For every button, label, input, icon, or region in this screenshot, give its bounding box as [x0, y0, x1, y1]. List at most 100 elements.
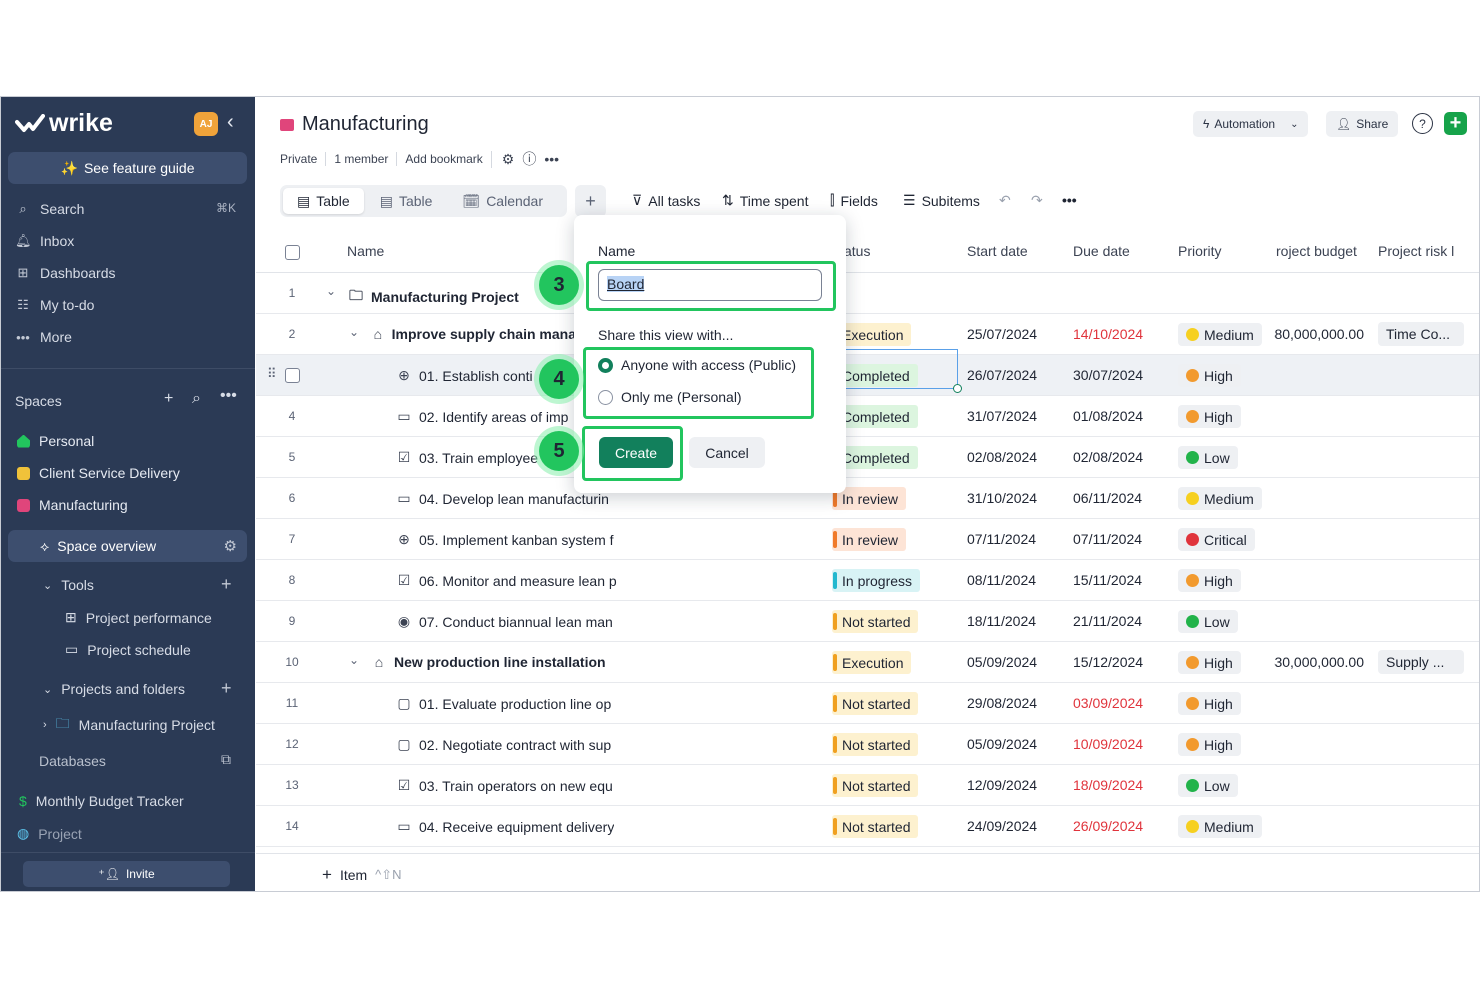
nav-dashboards[interactable]: ⊞ Dashboards: [15, 265, 116, 281]
priority-badge[interactable]: High: [1178, 692, 1241, 715]
project-risk[interactable]: Supply ...: [1378, 650, 1464, 674]
due-date[interactable]: 15/11/2024: [1073, 572, 1142, 588]
project-budget[interactable]: $80,000,000.00: [1274, 326, 1364, 342]
chevron-down-icon[interactable]: ⌄: [349, 325, 359, 339]
table-row[interactable]: 12 ▢ 02. Negotiate contract with sup Not st…: [256, 724, 1479, 765]
add-project-icon[interactable]: +: [221, 678, 232, 699]
search-spaces-icon[interactable]: ⌕: [192, 390, 201, 408]
space-client-service-delivery[interactable]: Client Service Delivery: [17, 465, 180, 481]
start-date[interactable]: 02/08/2024: [967, 449, 1037, 465]
due-date[interactable]: 10/09/2024: [1073, 736, 1143, 752]
all-tasks-filter[interactable]: ⊽ All tasks: [632, 192, 700, 209]
priority-badge[interactable]: Low: [1178, 774, 1238, 797]
start-date[interactable]: 18/11/2024: [967, 613, 1036, 629]
status-badge[interactable]: Not started: [832, 610, 919, 633]
space-overview-item[interactable]: ⟡ Space overview ⚙: [8, 530, 247, 562]
page-title-text[interactable]: Manufacturing: [302, 113, 429, 136]
chevron-down-icon[interactable]: ⌄: [349, 653, 359, 667]
column-start-date[interactable]: Start date: [967, 243, 1028, 259]
table-row[interactable]: 7 ⊕ 05. Implement kanban system f In review…: [256, 519, 1479, 560]
item-name[interactable]: ▭ 02. Identify areas of imp: [396, 408, 568, 425]
nav-search[interactable]: ⌕ Search: [15, 201, 84, 217]
collapse-sidebar-icon[interactable]: ‹: [227, 111, 234, 134]
project-risk[interactable]: Time Co...: [1378, 322, 1464, 346]
item-name[interactable]: ▭ 04. Develop lean manufacturin: [396, 490, 609, 507]
priority-badge[interactable]: Low: [1178, 610, 1238, 633]
priority-badge[interactable]: Medium: [1178, 487, 1262, 510]
avatar[interactable]: AJ: [194, 112, 218, 136]
column-project-budget[interactable]: roject budget: [1276, 243, 1357, 259]
item-name[interactable]: ▢ 02. Negotiate contract with sup: [396, 736, 611, 753]
table-row[interactable]: 8 ☑ 06. Monitor and measure lean p In progr…: [256, 560, 1479, 601]
due-date[interactable]: 03/09/2024: [1073, 695, 1143, 711]
item-name[interactable]: ▭ 04. Receive equipment delivery: [396, 818, 614, 835]
priority-badge[interactable]: Medium: [1178, 815, 1262, 838]
db-project[interactable]: ◍ Project: [17, 825, 82, 842]
start-date[interactable]: 05/09/2024: [967, 654, 1037, 670]
add-view-button[interactable]: +: [575, 185, 606, 217]
status-badge[interactable]: Not started: [832, 774, 919, 797]
db-monthly-budget-tracker[interactable]: $ Monthly Budget Tracker: [19, 793, 184, 809]
start-date[interactable]: 12/09/2024: [967, 777, 1037, 793]
automation-button[interactable]: ϟ Automation ⌄: [1193, 111, 1309, 137]
table-row[interactable]: 4 ▭ 02. Identify areas of imp Completed 31/0…: [256, 396, 1479, 437]
status-badge[interactable]: In progress: [832, 569, 921, 592]
start-date[interactable]: 24/09/2024: [967, 818, 1037, 834]
table-row[interactable]: 6 ▭ 04. Develop lean manufacturin In review…: [256, 478, 1479, 519]
sort-time-spent[interactable]: ⇅ Time spent: [722, 192, 808, 209]
item-name[interactable]: ⌂ Improve supply chain mana: [371, 326, 576, 342]
column-status[interactable]: atus: [844, 243, 870, 259]
start-date[interactable]: 31/07/2024: [967, 408, 1037, 424]
priority-badge[interactable]: High: [1178, 569, 1241, 592]
priority-badge[interactable]: Critical: [1178, 528, 1255, 551]
undo-icon[interactable]: ↶: [999, 192, 1011, 209]
projects-section[interactable]: ⌄ Projects and folders: [43, 681, 185, 697]
due-date[interactable]: 14/10/2024: [1073, 326, 1143, 342]
column-project-risk[interactable]: Project risk l: [1378, 243, 1454, 259]
status-badge[interactable]: Not started: [832, 692, 919, 715]
nav-inbox[interactable]: 🔔︎ Inbox: [15, 233, 74, 249]
item-name[interactable]: ☑ 03. Train employee: [396, 449, 538, 466]
add-item-button[interactable]: + Item ^⇧N: [322, 865, 402, 885]
item-name[interactable]: ▢ 01. Evaluate production line op: [396, 695, 611, 712]
table-row[interactable]: 14 ▭ 04. Receive equipment delivery Not sta…: [256, 806, 1479, 847]
start-date[interactable]: 25/07/2024: [967, 326, 1037, 342]
more-icon[interactable]: •••: [540, 151, 563, 167]
start-date[interactable]: 07/11/2024: [967, 531, 1036, 547]
more-icon[interactable]: •••: [1062, 192, 1077, 208]
start-date[interactable]: 08/11/2024: [967, 572, 1036, 588]
tab-table-1[interactable]: ▤ Table: [283, 188, 364, 214]
priority-badge[interactable]: High: [1178, 364, 1241, 387]
start-date[interactable]: 31/10/2024: [967, 490, 1037, 506]
priority-badge[interactable]: High: [1178, 405, 1241, 428]
nav-more[interactable]: ••• More: [15, 329, 72, 345]
fields-button[interactable]: ⫿ Fields: [830, 192, 878, 209]
project-budget[interactable]: $30,000,000.00: [1274, 654, 1364, 670]
item-name[interactable]: ⊕ 05. Implement kanban system f: [396, 531, 613, 548]
item-name[interactable]: ⌂ New production line installation: [371, 654, 606, 670]
row-checkbox[interactable]: [285, 368, 300, 383]
select-all-checkbox[interactable]: [285, 245, 300, 260]
project-manufacturing[interactable]: › 🗀 Manufacturing Project: [43, 713, 215, 737]
cancel-button[interactable]: Cancel: [689, 437, 765, 468]
table-row[interactable]: 5 ☑ 03. Train employee Completed 02/08/2024 0…: [256, 437, 1479, 478]
status-badge[interactable]: In review: [832, 528, 907, 551]
item-name[interactable]: ⊕ 01. Establish conti: [396, 367, 533, 384]
column-name[interactable]: Name: [347, 243, 384, 259]
nav-my-todo[interactable]: ☷ My to-do: [15, 297, 94, 313]
wrike-logo[interactable]: wrike: [15, 109, 113, 138]
chevron-down-icon[interactable]: ⌄: [326, 284, 336, 298]
due-date[interactable]: 07/11/2024: [1073, 531, 1142, 547]
table-row[interactable]: 10 ⌄ ⌂ New production line installation Exec…: [256, 642, 1479, 683]
start-date[interactable]: 05/09/2024: [967, 736, 1037, 752]
start-date[interactable]: 26/07/2024: [967, 367, 1037, 383]
item-name[interactable]: ☑ 06. Monitor and measure lean p: [396, 572, 617, 589]
share-button[interactable]: 👤︎ Share: [1326, 111, 1399, 137]
add-tool-icon[interactable]: +: [221, 574, 232, 595]
priority-badge[interactable]: High: [1178, 651, 1241, 674]
priority-badge[interactable]: High: [1178, 733, 1241, 756]
tool-project-schedule[interactable]: ▭ Project schedule: [65, 641, 191, 658]
tab-table-2[interactable]: ▤ Table: [366, 188, 447, 214]
due-date[interactable]: 15/12/2024: [1073, 654, 1143, 670]
external-link-icon[interactable]: ⧉: [221, 751, 231, 768]
